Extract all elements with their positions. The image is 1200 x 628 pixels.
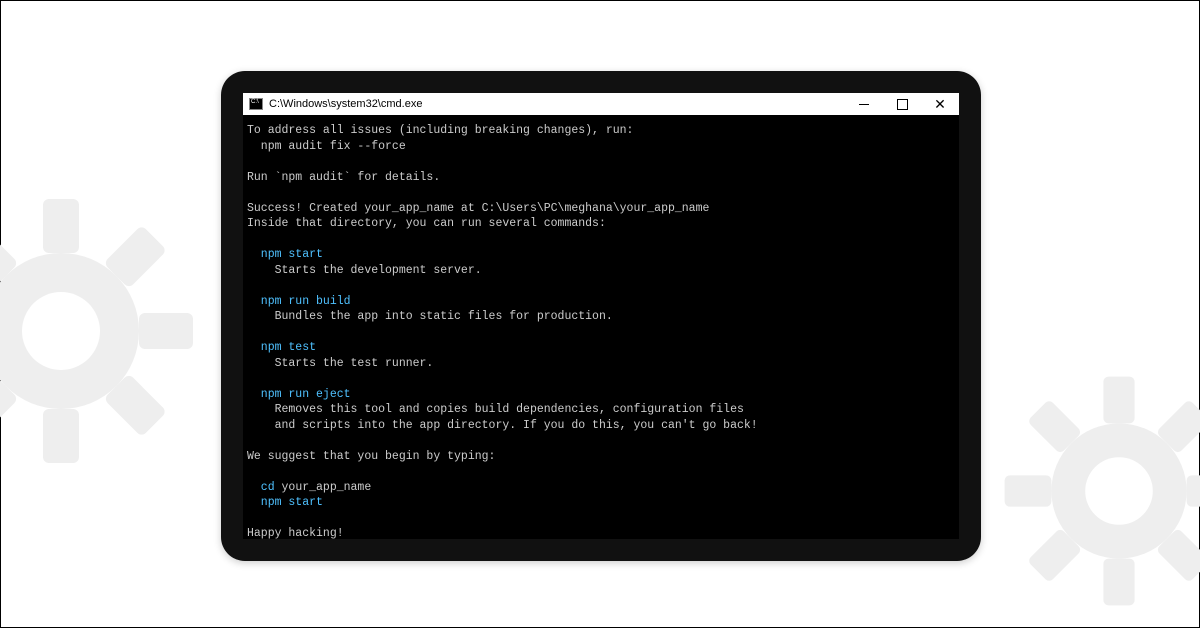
terminal-line: Inside that directory, you can run sever… [247,217,606,230]
terminal-command: cd [247,481,282,494]
terminal-line: Removes this tool and copies build depen… [247,403,744,416]
cmd-icon [249,98,263,110]
terminal-line: Success! Created your_app_name at C:\Use… [247,202,709,215]
terminal-output[interactable]: To address all issues (including breakin… [243,115,959,539]
terminal-command: npm run eject [247,388,351,401]
window-title: C:\Windows\system32\cmd.exe [269,98,845,110]
terminal-command: npm start [247,496,323,509]
terminal-line: Bundles the app into static files for pr… [247,310,613,323]
minimize-button[interactable] [845,93,883,115]
terminal-command: npm run build [247,295,351,308]
terminal-line: Starts the development server. [247,264,482,277]
tablet-frame: C:\Windows\system32\cmd.exe ✕ To address… [221,71,981,561]
terminal-line: and scripts into the app directory. If y… [247,419,758,432]
terminal-line: Starts the test runner. [247,357,433,370]
window-controls: ✕ [845,93,959,115]
terminal-line: Run `npm audit` for details. [247,171,440,184]
terminal-line: To address all issues (including breakin… [247,124,633,137]
terminal-line: We suggest that you begin by typing: [247,450,495,463]
window-titlebar[interactable]: C:\Windows\system32\cmd.exe ✕ [243,93,959,115]
background-gear-icon [0,181,211,481]
terminal-command: npm test [247,341,316,354]
terminal-line: Happy hacking! [247,527,344,539]
terminal-arg: your_app_name [282,481,372,494]
cmd-window: C:\Windows\system32\cmd.exe ✕ To address… [243,93,959,539]
terminal-command: npm start [247,248,323,261]
maximize-button[interactable] [883,93,921,115]
terminal-line: npm audit fix --force [247,140,406,153]
background-gear-icon [989,361,1200,621]
close-button[interactable]: ✕ [921,93,959,115]
